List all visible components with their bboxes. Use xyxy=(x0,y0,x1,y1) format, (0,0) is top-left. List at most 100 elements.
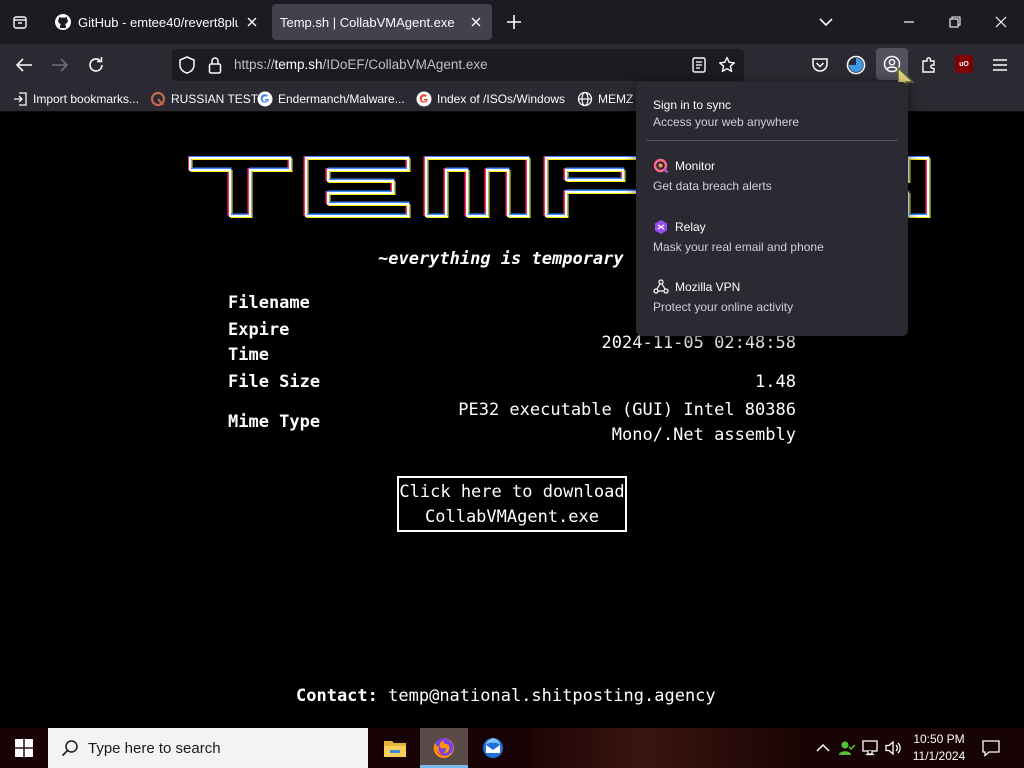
tab-temp-sh[interactable]: Temp.sh | CollabVMAgent.exe xyxy=(272,4,492,40)
pocket-icon xyxy=(812,58,828,72)
google-icon xyxy=(257,91,273,107)
user-check-icon xyxy=(839,741,856,755)
restore-button[interactable] xyxy=(945,12,965,32)
taskbar-file-explorer[interactable] xyxy=(371,728,419,768)
star-icon[interactable] xyxy=(718,56,736,74)
monitor-title: Monitor xyxy=(675,159,716,173)
reader-view-icon[interactable] xyxy=(690,56,708,74)
restore-icon xyxy=(949,16,961,28)
windows-icon xyxy=(15,739,33,757)
bookmark-label: Index of /ISOs/Windows xyxy=(437,92,566,106)
monitor-description: Get data breach alerts xyxy=(653,179,772,193)
mime-type-label: Mime Type xyxy=(228,412,321,432)
plus-icon xyxy=(507,15,521,29)
bookmark-russian-test[interactable]: RUSSIAN TEST xyxy=(150,90,258,108)
list-all-tabs-button[interactable] xyxy=(816,12,836,32)
hamburger-icon xyxy=(993,59,1007,71)
tagline: ~everything is temporary xyxy=(378,249,624,269)
sign-in-to-sync-item[interactable]: Sign in to sync Access your web anywhere xyxy=(653,98,799,129)
taskbar-thunderbird[interactable] xyxy=(469,728,517,768)
new-tab-button[interactable] xyxy=(504,12,524,32)
expire-label-line2: Time xyxy=(228,345,269,365)
bookmark-label: RUSSIAN TEST xyxy=(171,92,259,106)
notification-icon xyxy=(982,740,1000,757)
tab-overview-icon xyxy=(13,16,27,29)
bookmark-label: Import bookmarks... xyxy=(33,92,140,106)
bookmark-endermanch[interactable]: Endermanch/Malware... xyxy=(257,90,405,108)
contact-label: Contact: xyxy=(296,686,378,706)
notification-center-button[interactable] xyxy=(981,738,1001,758)
sync-title: Sign in to sync xyxy=(653,98,732,112)
github-icon xyxy=(54,13,72,34)
windows-taskbar: Type here to search 10:50 PM 11/1/2024 xyxy=(0,728,1024,768)
progress-circle-icon xyxy=(846,55,866,75)
mime-type-value-line1: PE32 executable (GUI) Intel 80386 xyxy=(458,400,796,420)
system-clock[interactable]: 10:50 PM 11/1/2024 xyxy=(906,731,972,765)
lock-icon[interactable] xyxy=(206,56,224,74)
forward-button[interactable] xyxy=(49,54,71,76)
minimize-icon xyxy=(904,21,914,23)
url-bar[interactable]: https://temp.sh/IDoEF/CollabVMAgent.exe xyxy=(172,49,744,81)
mozilla-vpn-description: Protect your online activity xyxy=(653,300,794,314)
tab-github[interactable]: GitHub - emtee40/revert8plus xyxy=(44,4,268,40)
shield-icon[interactable] xyxy=(178,56,196,74)
menu-button[interactable] xyxy=(989,54,1011,76)
bookmark-memz[interactable]: MEMZ xyxy=(577,90,633,108)
search-placeholder: Type here to search xyxy=(88,739,221,757)
tray-network[interactable] xyxy=(861,738,881,758)
extensions-button[interactable] xyxy=(918,54,940,76)
minimize-button[interactable] xyxy=(899,12,919,32)
close-window-button[interactable] xyxy=(991,12,1011,32)
expire-label-line1: Expire xyxy=(228,320,290,340)
file-size-value: 1.48 xyxy=(755,372,796,392)
arrow-right-icon xyxy=(52,58,69,72)
bookmark-label: MEMZ xyxy=(598,92,634,106)
monitor-item[interactable]: Monitor Get data breach alerts xyxy=(653,158,898,193)
tray-volume[interactable] xyxy=(884,738,904,758)
globe-icon xyxy=(577,91,593,107)
contact-email[interactable]: temp@national.shitposting.agency xyxy=(388,686,716,706)
taskbar-search-box[interactable]: Type here to search xyxy=(48,728,368,768)
ublock-icon[interactable]: uO xyxy=(955,55,973,73)
bookmark-import[interactable]: Import bookmarks... xyxy=(12,90,139,108)
back-button[interactable] xyxy=(13,54,35,76)
extension-button[interactable] xyxy=(845,54,867,76)
search-icon xyxy=(60,738,80,758)
network-icon xyxy=(862,740,878,756)
chevron-up-icon xyxy=(816,743,830,752)
mime-type-value-line2: Mono/.Net assembly xyxy=(611,425,796,445)
thunderbird-icon xyxy=(483,738,503,758)
relay-description: Mask your real email and phone xyxy=(653,240,824,254)
reload-button[interactable] xyxy=(85,54,107,76)
tab-list-button[interactable] xyxy=(8,10,32,34)
arrow-left-icon xyxy=(15,58,32,72)
vpn-icon xyxy=(653,279,669,295)
start-button[interactable] xyxy=(0,728,48,768)
pocket-button[interactable] xyxy=(809,54,831,76)
relay-icon xyxy=(653,219,669,235)
close-icon[interactable] xyxy=(244,14,260,30)
tab-strip: GitHub - emtee40/revert8plus Temp.sh | C… xyxy=(0,0,1024,44)
tray-people[interactable] xyxy=(837,738,857,758)
expire-value: 2024-11-05 02:48:58 xyxy=(601,333,796,353)
bookmark-label: Endermanch/Malware... xyxy=(278,92,405,106)
site-favicon-icon xyxy=(150,91,166,107)
close-icon[interactable] xyxy=(468,14,484,30)
monitor-icon xyxy=(653,158,669,174)
reload-icon xyxy=(89,57,103,72)
relay-item[interactable]: Relay Mask your real email and phone xyxy=(653,219,898,254)
download-button-line1: Click here to download xyxy=(399,482,625,502)
bookmark-isos[interactable]: Index of /ISOs/Windows xyxy=(416,90,565,108)
taskbar-wallpaper xyxy=(530,728,810,768)
relay-title: Relay xyxy=(675,220,706,234)
tray-overflow-button[interactable] xyxy=(813,738,833,758)
mozilla-vpn-item[interactable]: Mozilla VPN Protect your online activity xyxy=(653,279,898,314)
taskbar-firefox[interactable] xyxy=(420,728,468,768)
filename-label: Filename xyxy=(228,293,310,313)
account-menu-panel: Sign in to sync Access your web anywhere… xyxy=(636,82,908,336)
download-button-line2: CollabVMAgent.exe xyxy=(425,507,599,527)
mozilla-vpn-title: Mozilla VPN xyxy=(675,280,741,294)
close-icon xyxy=(995,16,1007,28)
url-text[interactable]: https://temp.sh/IDoEF/CollabVMAgent.exe xyxy=(234,57,488,72)
download-button[interactable]: Click here to download CollabVMAgent.exe xyxy=(397,476,627,532)
